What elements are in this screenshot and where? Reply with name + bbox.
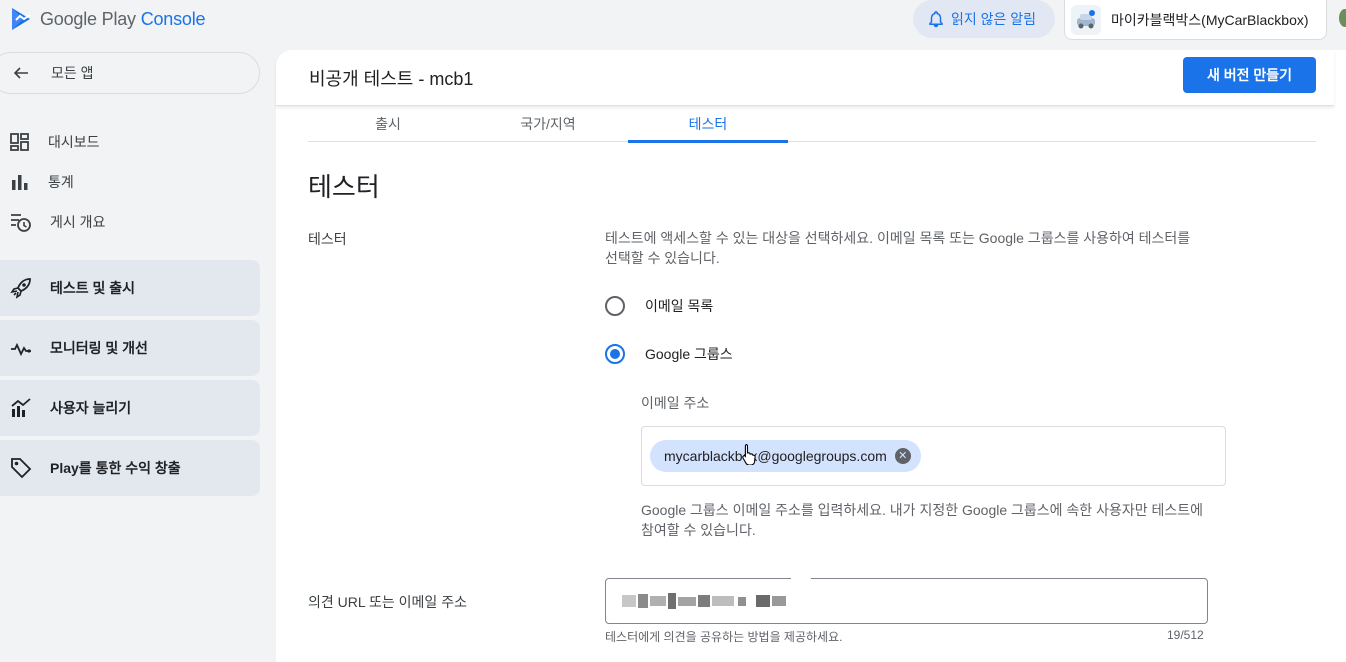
radio-label: 이메일 목록	[645, 298, 714, 314]
rocket-icon	[10, 278, 31, 299]
car-app-icon	[1077, 9, 1095, 28]
vitals-icon	[11, 342, 31, 357]
section-title: 테스터	[308, 172, 380, 202]
sidebar-item-label: 게시 개요	[50, 214, 106, 230]
input-outline-notch	[791, 577, 811, 581]
back-label: 모든 앱	[51, 65, 94, 81]
sidebar-group-monetize[interactable]: Play를 통한 수익 창출	[0, 440, 260, 496]
feedback-url-input[interactable]	[605, 577, 1208, 624]
play-logo-icon	[12, 8, 31, 30]
tab-countries-regions[interactable]: 국가/지역	[468, 107, 628, 142]
sidebar-item-label: 통계	[48, 174, 74, 190]
feedback-hint: 테스터에게 의견을 공유하는 방법을 제공하세요.	[605, 630, 843, 644]
sidebar: 모든 앱 대시보드 통계 게시 개요 테스트 및 출시 모니터링 및 개선 사용…	[0, 40, 276, 662]
top-bar: Google Play Console 읽지 않은 알림 마이카블랙박스(MyC…	[0, 0, 1346, 40]
page-header: 비공개 테스트 - mcb1 새 버전 만들기	[276, 50, 1334, 106]
sidebar-group-label: 사용자 늘리기	[50, 400, 132, 416]
publishing-overview-icon	[11, 214, 31, 232]
tab-releases[interactable]: 출시	[308, 107, 468, 142]
google-groups-email-input[interactable]: mycarblackbox@googlegroups.com ✕	[641, 426, 1226, 486]
google-groups-help-text: Google 그룹스 이메일 주소를 입력하세요. 내가 지정한 Google …	[641, 502, 1204, 538]
radio-google-groups[interactable]: Google 그룹스	[605, 344, 733, 364]
hand-cursor-icon	[742, 443, 756, 465]
redacted-value	[622, 593, 786, 609]
sidebar-group-label: 모니터링 및 개선	[50, 340, 148, 356]
remove-chip-icon[interactable]: ✕	[894, 448, 911, 464]
email-chip: mycarblackbox@googlegroups.com ✕	[650, 440, 921, 472]
logo-text: Google Play Console	[40, 8, 206, 29]
app-avatar	[1071, 4, 1101, 35]
sidebar-item-statistics[interactable]: 통계	[0, 162, 260, 202]
account-name: 마이카블랙박스(MyCarBlackbox)	[1111, 11, 1309, 28]
testers-description: 테스트에 액세스할 수 있는 대상을 선택하세요. 이메일 목록 또는 Goog…	[605, 230, 1191, 266]
main-content: 비공개 테스트 - mcb1 새 버전 만들기 출시 국가/지역 테스터 테스터…	[276, 50, 1346, 662]
sidebar-item-dashboard[interactable]: 대시보드	[0, 122, 260, 162]
radio-button[interactable]	[605, 296, 625, 316]
notifications-button[interactable]: 읽지 않은 알림	[913, 0, 1055, 38]
sidebar-item-label: 대시보드	[48, 134, 100, 150]
tab-testers[interactable]: 테스터	[628, 107, 788, 143]
back-to-all-apps-button[interactable]: 모든 앱	[0, 52, 260, 94]
sidebar-group-test-and-release[interactable]: 테스트 및 출시	[0, 260, 260, 316]
tag-icon	[11, 458, 32, 479]
sidebar-group-monitor-and-improve[interactable]: 모니터링 및 개선	[0, 320, 260, 376]
bar-chart-icon	[12, 175, 28, 190]
email-address-label: 이메일 주소	[641, 395, 710, 411]
notifications-label: 읽지 않은 알림	[951, 11, 1037, 27]
testers-field-label: 테스터	[308, 231, 347, 247]
sidebar-item-publishing-overview[interactable]: 게시 개요	[0, 202, 260, 242]
dashboard-icon	[10, 133, 29, 151]
chip-label: mycarblackbox@googlegroups.com	[664, 448, 887, 464]
leaf-icon	[1339, 9, 1346, 27]
create-new-release-button[interactable]: 새 버전 만들기	[1183, 57, 1316, 93]
bell-icon	[929, 11, 943, 28]
sidebar-group-label: Play를 통한 수익 창출	[50, 460, 181, 476]
character-counter: 19/512	[1167, 628, 1204, 642]
tab-bar: 출시 국가/지역 테스터	[308, 107, 1316, 143]
account-switcher[interactable]: 마이카블랙박스(MyCarBlackbox)	[1064, 0, 1327, 40]
arrow-left-icon	[13, 67, 28, 79]
grow-users-icon	[11, 398, 31, 417]
radio-button-checked[interactable]	[605, 344, 625, 364]
feedback-field-label: 의견 URL 또는 이메일 주소	[308, 594, 467, 610]
google-play-console-logo[interactable]: Google Play Console	[10, 6, 206, 32]
sidebar-group-label: 테스트 및 출시	[50, 280, 136, 296]
page-title: 비공개 테스트 - mcb1	[309, 69, 474, 89]
sidebar-group-grow-users[interactable]: 사용자 늘리기	[0, 380, 260, 436]
radio-label: Google 그룹스	[645, 346, 733, 362]
radio-email-list[interactable]: 이메일 목록	[605, 296, 713, 316]
